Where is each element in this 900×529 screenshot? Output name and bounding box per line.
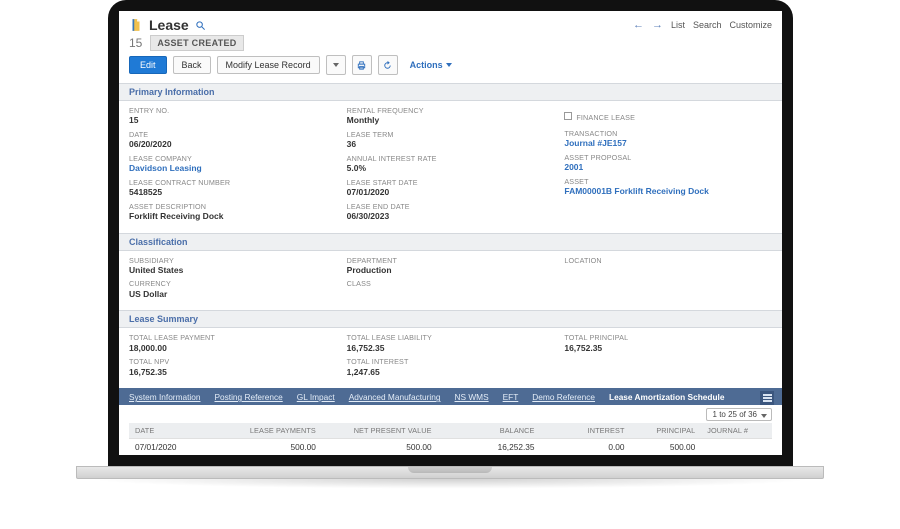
total-principal-value: 16,752.35 — [564, 343, 772, 354]
refresh-icon[interactable] — [378, 55, 398, 75]
total-interest-label: TOTAL INTEREST — [347, 358, 555, 366]
section-summary-header: Lease Summary — [119, 310, 782, 328]
total-payment-label: TOTAL LEASE PAYMENT — [129, 334, 337, 342]
dropdown-icon[interactable] — [326, 55, 346, 75]
rental-freq-value: Monthly — [347, 115, 555, 126]
status-badge: ASSET CREATED — [150, 35, 243, 51]
topbar-links: ← → List Search Customize — [633, 19, 772, 31]
nav-next-icon[interactable]: → — [652, 19, 663, 31]
finance-lease-label: FINANCE LEASE — [576, 113, 635, 122]
tabs-menu-icon[interactable] — [760, 391, 774, 405]
col-npv[interactable]: NET PRESENT VALUE — [322, 423, 438, 439]
amortization-table: DATE LEASE PAYMENTS NET PRESENT VALUE BA… — [129, 423, 772, 455]
edit-button[interactable]: Edit — [129, 56, 167, 74]
total-liability-label: TOTAL LEASE LIABILITY — [347, 334, 555, 342]
tab-lease-amortization-schedule[interactable]: Lease Amortization Schedule — [609, 392, 724, 402]
contract-no-label: LEASE CONTRACT NUMBER — [129, 179, 337, 187]
transaction-value[interactable]: Journal #JE157 — [564, 138, 772, 149]
cell-int: 0.00 — [541, 439, 631, 455]
class-label: CLASS — [347, 280, 555, 288]
page-icon — [129, 18, 143, 32]
nav-prev-icon[interactable]: ← — [633, 19, 644, 31]
print-icon[interactable] — [352, 55, 372, 75]
back-button[interactable]: Back — [173, 56, 211, 74]
col-journal[interactable]: JOURNAL # — [701, 423, 772, 439]
rate-label: ANNUAL INTEREST RATE — [347, 155, 555, 163]
rental-freq-label: RENTAL FREQUENCY — [347, 107, 555, 115]
cell-pay: 500.00 — [219, 439, 322, 455]
col-principal[interactable]: PRINCIPAL — [631, 423, 702, 439]
modify-lease-button[interactable]: Modify Lease Record — [217, 56, 320, 74]
section-classification-header: Classification — [119, 233, 782, 251]
tab-posting-reference[interactable]: Posting Reference — [214, 392, 282, 402]
tab-ns-wms[interactable]: NS WMS — [455, 392, 489, 402]
pager-label: 1 to 25 of 36 — [713, 410, 757, 419]
cell-journal — [701, 439, 772, 455]
section-primary-header: Primary Information — [119, 83, 782, 101]
col-lease-payments[interactable]: LEASE PAYMENTS — [219, 423, 322, 439]
col-date[interactable]: DATE — [129, 423, 219, 439]
total-npv-value: 16,752.35 — [129, 367, 337, 378]
end-label: LEASE END DATE — [347, 203, 555, 211]
end-value: 06/30/2023 — [347, 211, 555, 222]
table-header-row: DATE LEASE PAYMENTS NET PRESENT VALUE BA… — [129, 423, 772, 439]
lease-term-label: LEASE TERM — [347, 131, 555, 139]
tab-gl-impact[interactable]: GL Impact — [297, 392, 335, 402]
department-value: Production — [347, 265, 555, 276]
lease-company-label: LEASE COMPANY — [129, 155, 337, 163]
customize-link[interactable]: Customize — [729, 20, 772, 30]
cell-date: 07/01/2020 — [129, 439, 219, 455]
col-interest[interactable]: INTEREST — [541, 423, 631, 439]
subsidiary-value: United States — [129, 265, 337, 276]
tab-advanced-manufacturing[interactable]: Advanced Manufacturing — [349, 392, 441, 402]
col-balance[interactable]: BALANCE — [438, 423, 541, 439]
date-value: 06/20/2020 — [129, 139, 337, 150]
rate-value: 5.0% — [347, 163, 555, 174]
search-link[interactable]: Search — [693, 20, 722, 30]
actions-label: Actions — [410, 60, 443, 70]
proposal-label: ASSET PROPOSAL — [564, 154, 772, 162]
entry-no-label: ENTRY NO. — [129, 107, 337, 115]
entry-no-value: 15 — [129, 115, 337, 126]
start-label: LEASE START DATE — [347, 179, 555, 187]
currency-label: CURRENCY — [129, 280, 337, 288]
entry-id: 15 — [129, 36, 142, 50]
department-label: DEPARTMENT — [347, 257, 555, 265]
asset-label: ASSET — [564, 178, 772, 186]
currency-value: US Dollar — [129, 289, 337, 300]
total-interest-value: 1,247.65 — [347, 367, 555, 378]
tab-demo-reference[interactable]: Demo Reference — [532, 392, 595, 402]
tab-system-information[interactable]: System Information — [129, 392, 200, 402]
actions-menu[interactable]: Actions — [410, 60, 452, 70]
list-link[interactable]: List — [671, 20, 685, 30]
cell-npv: 500.00 — [322, 439, 438, 455]
search-icon[interactable] — [195, 20, 206, 31]
page-title: Lease — [149, 17, 189, 33]
start-value: 07/01/2020 — [347, 187, 555, 198]
date-label: DATE — [129, 131, 337, 139]
tab-eft[interactable]: EFT — [503, 392, 519, 402]
table-row[interactable]: 07/01/2020500.00500.0016,252.350.00500.0… — [129, 439, 772, 455]
transaction-label: TRANSACTION — [564, 130, 772, 138]
finance-lease-checkbox[interactable] — [564, 112, 572, 120]
proposal-value[interactable]: 2001 — [564, 162, 772, 173]
total-payment-value: 18,000.00 — [129, 343, 337, 354]
cell-bal: 16,252.35 — [438, 439, 541, 455]
lease-company-value[interactable]: Davidson Leasing — [129, 163, 337, 174]
asset-desc-label: ASSET DESCRIPTION — [129, 203, 337, 211]
total-npv-label: TOTAL NPV — [129, 358, 337, 366]
contract-no-value: 5418525 — [129, 187, 337, 198]
lease-term-value: 36 — [347, 139, 555, 150]
subsidiary-label: SUBSIDIARY — [129, 257, 337, 265]
location-label: LOCATION — [564, 257, 772, 265]
modify-lease-label: Modify Lease Record — [226, 60, 311, 70]
asset-desc-value: Forklift Receiving Dock — [129, 211, 337, 222]
tab-strip: System Information Posting Reference GL … — [119, 388, 782, 405]
cell-prin: 500.00 — [631, 439, 702, 455]
asset-value[interactable]: FAM00001B Forklift Receiving Dock — [564, 186, 772, 197]
total-principal-label: TOTAL PRINCIPAL — [564, 334, 772, 342]
total-liability-value: 16,752.35 — [347, 343, 555, 354]
pager-select[interactable]: 1 to 25 of 36 — [706, 408, 772, 421]
